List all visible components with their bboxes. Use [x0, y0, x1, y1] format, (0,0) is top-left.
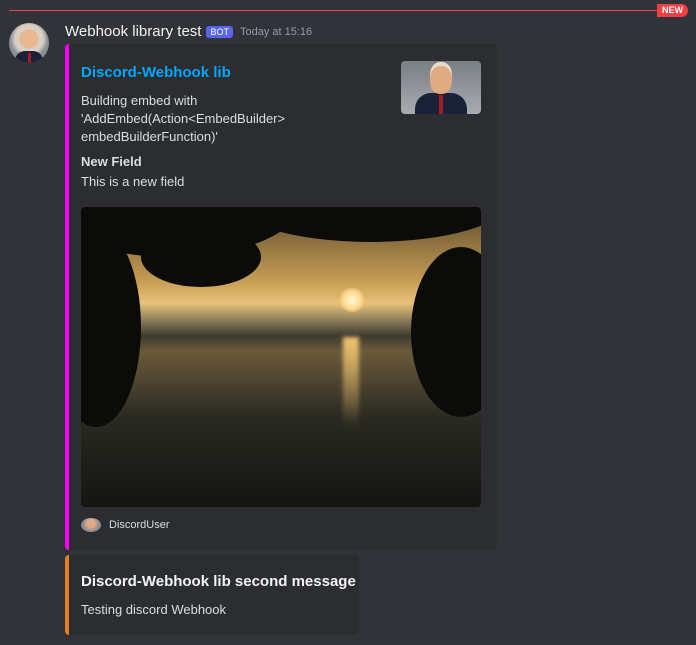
foliage — [81, 227, 141, 427]
embed-thumbnail[interactable] — [401, 61, 481, 114]
footer-text: DiscordUser — [109, 519, 170, 531]
embed-image[interactable] — [81, 207, 481, 507]
avatar[interactable] — [9, 23, 49, 63]
timestamp: Today at 15:16 — [239, 25, 313, 38]
foliage — [411, 247, 481, 417]
message-header: Webhook library test BOT Today at 15:16 — [65, 23, 312, 40]
field-name: New Field — [81, 154, 142, 169]
new-badge: NEW — [657, 4, 688, 17]
embed-footer: DiscordUser — [81, 518, 170, 532]
embed-title[interactable]: Discord-Webhook lib — [81, 64, 231, 81]
embed-description: Building embed with 'AddEmbed(Action<Emb… — [81, 92, 381, 146]
bot-badge: BOT — [206, 25, 233, 38]
description-line: embedBuilderFunction)' — [81, 129, 218, 144]
username[interactable]: Webhook library test — [65, 23, 201, 40]
embed-1: Discord-Webhook lib Building embed with … — [65, 44, 497, 550]
foliage — [141, 227, 261, 287]
description-line: Building embed with — [81, 93, 198, 108]
field-value: This is a new field — [81, 174, 185, 189]
embed-2: Discord-Webhook lib second message Testi… — [65, 555, 359, 635]
embed-description: Testing discord Webhook — [81, 602, 227, 617]
sun — [339, 287, 365, 313]
embed-color-bar — [65, 44, 69, 550]
sun-reflection — [343, 337, 359, 427]
embed-color-bar — [65, 555, 69, 635]
footer-avatar-icon — [81, 518, 101, 532]
new-messages-divider — [9, 10, 664, 11]
description-line: 'AddEmbed(Action<EmbedBuilder> — [81, 111, 286, 126]
embed-title: Discord-Webhook lib second message — [81, 573, 356, 590]
